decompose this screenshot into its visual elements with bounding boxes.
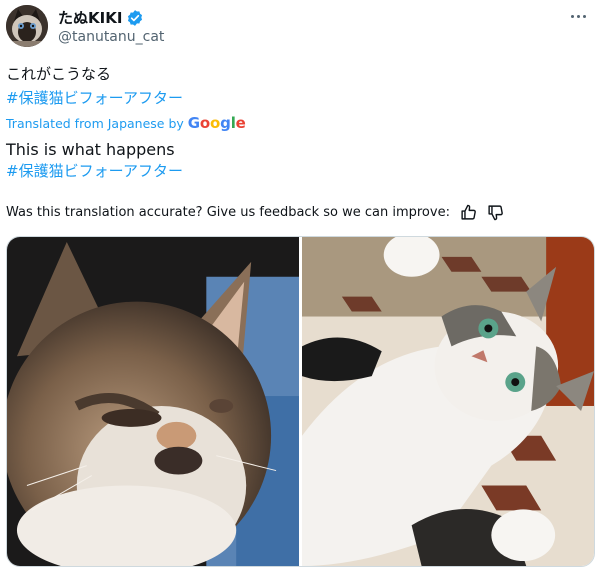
tweet-media xyxy=(6,236,595,567)
avatar[interactable] xyxy=(6,5,48,47)
user-handle[interactable]: @tanutanu_cat xyxy=(58,29,164,45)
name-row: たぬKIKI xyxy=(58,7,144,28)
tweet-original-text: これがこうなる xyxy=(6,65,112,83)
google-logo: Google xyxy=(188,114,246,132)
thumbs-down-icon[interactable] xyxy=(487,204,504,221)
translation-attribution: Translated from Japanese by Google xyxy=(6,114,246,132)
verified-badge-icon xyxy=(128,9,143,26)
translated-from-label[interactable]: Translated from Japanese by xyxy=(6,116,184,131)
translation-feedback: Was this translation accurate? Give us f… xyxy=(6,204,504,221)
google-logo-letter: o xyxy=(199,114,211,132)
sick-kitten-photo[interactable] xyxy=(7,237,299,566)
google-logo-letter: o xyxy=(210,114,221,132)
more-options-icon[interactable] xyxy=(567,7,589,25)
display-name[interactable]: たぬKIKI xyxy=(58,7,122,28)
tweet-header: たぬKIKI @tanutanu_cat xyxy=(6,5,591,47)
google-logo-letter: G xyxy=(187,114,200,132)
hashtag-link[interactable]: #保護猫ビフォーアフター xyxy=(6,88,183,108)
google-logo-letter: e xyxy=(235,114,246,132)
thumbs-up-icon[interactable] xyxy=(460,204,477,221)
healthy-cat-photo[interactable] xyxy=(302,237,594,566)
google-logo-letter: g xyxy=(220,114,231,132)
translated-hashtag-link[interactable]: #保護猫ビフォーアフター xyxy=(6,161,183,181)
cat-avatar-icon xyxy=(6,5,48,47)
tweet-translation-text: This is what happens xyxy=(6,140,175,159)
feedback-question: Was this translation accurate? Give us f… xyxy=(6,205,450,220)
